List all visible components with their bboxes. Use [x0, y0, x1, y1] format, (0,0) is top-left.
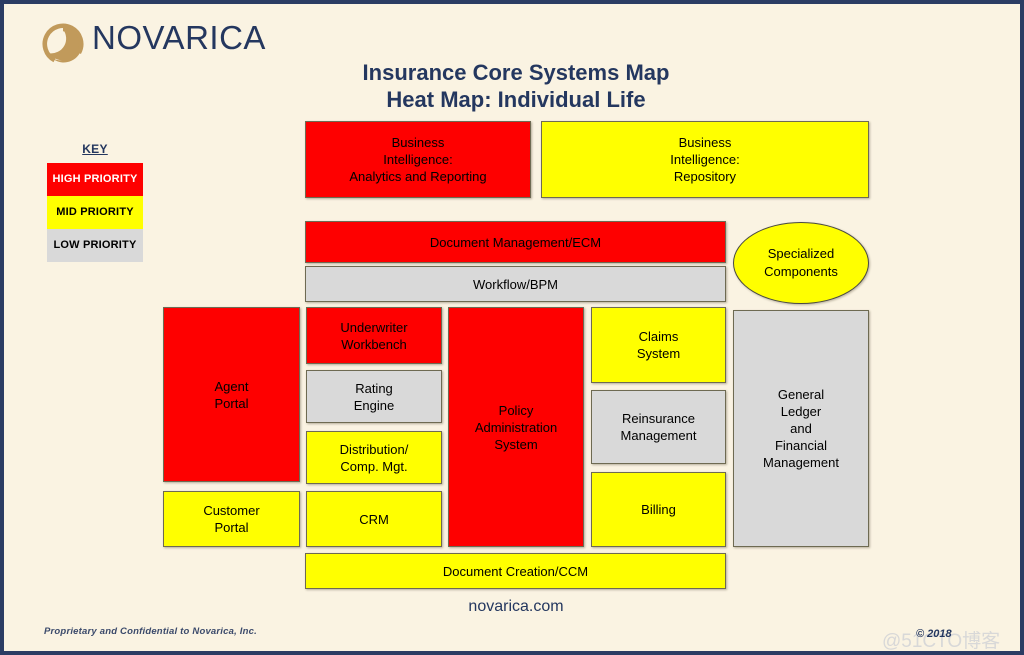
box-business-intelligence-repository[interactable]: Business Intelligence: Repository: [541, 121, 869, 198]
slide-canvas: NOVARICA Insurance Core Systems Map Heat…: [0, 0, 1024, 655]
box-rating-engine[interactable]: Rating Engine: [306, 370, 442, 423]
box-workflow-bpm[interactable]: Workflow/BPM: [305, 266, 726, 302]
box-specialized-components[interactable]: Specialized Components: [733, 222, 869, 304]
box-crm[interactable]: CRM: [306, 491, 442, 547]
legend-title: KEY: [82, 142, 108, 156]
box-business-intelligence-analytics[interactable]: Business Intelligence: Analytics and Repor…: [305, 121, 531, 198]
box-agent-portal[interactable]: Agent Portal: [163, 307, 300, 482]
copyright-text: © 2018: [916, 628, 952, 640]
box-customer-portal[interactable]: Customer Portal: [163, 491, 300, 547]
legend-item-low-priority: LOW PRIORITY: [47, 229, 143, 262]
site-url[interactable]: novarica.com: [4, 598, 1020, 616]
title-line-1: Insurance Core Systems Map: [362, 60, 670, 85]
legend-item-high-priority: HIGH PRIORITY: [47, 163, 143, 196]
confidentiality-notice: Proprietary and Confidential to Novarica…: [44, 626, 257, 637]
box-distribution-comp-mgt[interactable]: Distribution/Comp. Mgt.: [306, 431, 442, 484]
title-line-2: Heat Map: Individual Life: [386, 87, 646, 112]
page-title: Insurance Core Systems Map Heat Map: Ind…: [4, 59, 1020, 113]
novarica-wordmark: NOVARICA: [92, 19, 266, 56]
box-general-ledger-financial-management[interactable]: General Ledger and Financial Management: [733, 310, 869, 547]
box-claims-system[interactable]: Claims System: [591, 307, 726, 383]
legend-item-mid-priority: MID PRIORITY: [47, 196, 143, 229]
watermark: @51CTO博客 © 2018: [882, 624, 1012, 651]
box-policy-administration-system[interactable]: Policy Administration System: [448, 307, 584, 547]
box-underwriter-workbench[interactable]: Underwriter Workbench: [306, 307, 442, 364]
box-document-management-ecm[interactable]: Document Management/ECM: [305, 221, 726, 263]
box-billing[interactable]: Billing: [591, 472, 726, 547]
legend: KEY HIGH PRIORITY MID PRIORITY LOW PRIOR…: [47, 142, 143, 262]
box-reinsurance-management[interactable]: Reinsurance Management: [591, 390, 726, 464]
box-document-creation-ccm[interactable]: Document Creation/CCM: [305, 553, 726, 589]
